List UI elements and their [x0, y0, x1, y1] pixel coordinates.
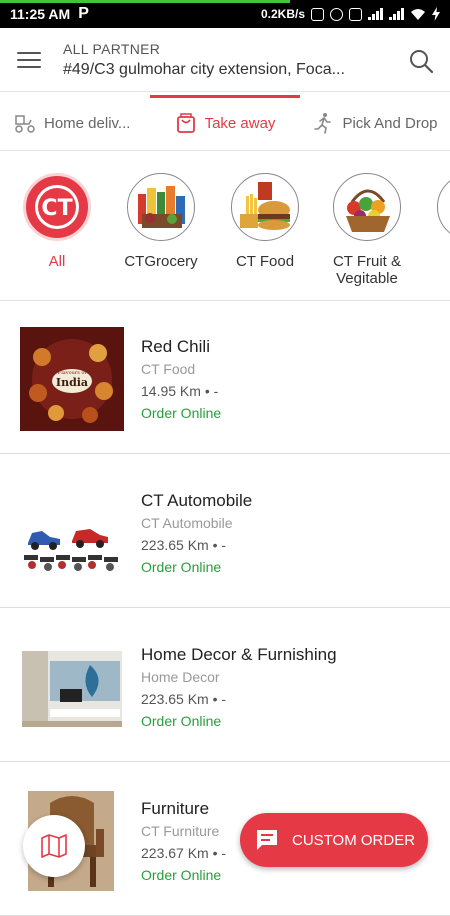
hamburger-icon[interactable] — [17, 52, 41, 68]
store-thumbnail — [20, 635, 124, 739]
status-time: 11:25 AM — [10, 6, 71, 22]
category-ct-food[interactable]: CT Food — [220, 173, 310, 270]
fruit-basket-image-icon — [333, 173, 401, 241]
store-category: CT Furniture — [141, 823, 220, 839]
delivery-address[interactable]: #49/C3 gulmohar city extension, Foca... — [63, 61, 393, 79]
tab-pick-and-drop-label: Pick And Drop — [342, 114, 438, 132]
loading-progress — [0, 0, 290, 3]
store-category: Home Decor — [141, 669, 220, 685]
grocery-image-icon — [127, 173, 195, 241]
custom-order-label: CUSTOM ORDER — [292, 831, 416, 849]
tab-take-away-label: Take away — [204, 114, 276, 132]
store-thumbnail — [20, 481, 124, 585]
category-all[interactable]: CT All — [12, 173, 102, 270]
order-online-link[interactable]: Order Online — [141, 559, 221, 575]
partner-label: ALL PARTNER — [63, 41, 161, 57]
chat-message-icon — [257, 830, 277, 850]
category-partial[interactable]: C — [426, 173, 450, 270]
battery-charging-icon — [432, 7, 440, 21]
tab-pick-and-drop[interactable]: Pick And Drop — [300, 95, 450, 151]
takeaway-bag-icon — [176, 113, 195, 133]
category-label: CT Fruit & Vegitable — [332, 253, 402, 287]
partial-category-image-icon — [437, 173, 450, 241]
store-distance: 223.67 Km • - — [141, 845, 227, 861]
store-card-ct-automobile[interactable]: CT Automobile CT Automobile 223.65 Km • … — [0, 455, 450, 608]
category-ct-fruit-vegitable[interactable]: CT Fruit & Vegitable — [322, 173, 412, 287]
tab-home-delivery[interactable]: Home deliv... — [0, 95, 150, 151]
store-distance: 223.65 Km • - — [141, 691, 227, 707]
store-name: CT Automobile — [141, 491, 253, 510]
signal-1-icon — [368, 8, 383, 20]
service-tabs: Home deliv... Take away Pick And Drop — [0, 95, 450, 151]
thumb-text-india: India — [56, 376, 88, 389]
volte-icon — [349, 7, 362, 21]
store-name: Furniture — [141, 799, 210, 818]
tab-take-away[interactable]: Take away — [150, 95, 300, 151]
order-online-link[interactable]: Order Online — [141, 405, 221, 421]
vibrate-icon — [311, 7, 324, 21]
category-label: C — [426, 253, 450, 270]
burger-fries-image-icon — [231, 173, 299, 241]
custom-order-button[interactable]: CUSTOM ORDER — [240, 813, 428, 867]
store-card-home-decor[interactable]: Home Decor & Furnishing Home Decor 223.6… — [0, 609, 450, 762]
wifi-icon — [411, 8, 425, 20]
svg-text:CT: CT — [41, 196, 72, 221]
category-label: CT Food — [235, 253, 295, 270]
ct-logo-icon: CT — [23, 173, 91, 241]
store-category: CT Automobile — [141, 515, 233, 531]
search-icon[interactable] — [408, 48, 434, 74]
signal-2-icon — [389, 8, 404, 20]
category-label: CTGrocery — [124, 253, 198, 270]
map-view-button[interactable] — [23, 815, 85, 877]
store-distance: 223.65 Km • - — [141, 537, 227, 553]
category-label: All — [48, 253, 66, 270]
delivery-scooter-icon — [15, 115, 35, 133]
store-card-red-chili[interactable]: Flavours of India Red Chili CT Food 14.9… — [0, 301, 450, 454]
store-name: Red Chili — [141, 337, 210, 356]
order-online-link[interactable]: Order Online — [141, 867, 221, 883]
order-online-link[interactable]: Order Online — [141, 713, 221, 729]
app-header: ALL PARTNER #49/C3 gulmohar city extensi… — [0, 28, 450, 92]
store-name: Home Decor & Furnishing — [141, 645, 337, 664]
category-strip: CT All CTGrocery CT Food CT Fruit & Vegi… — [0, 151, 450, 301]
store-distance: 14.95 Km • - — [141, 383, 219, 399]
map-icon — [41, 834, 67, 858]
app-notification-icon: P — [78, 5, 89, 22]
net-speed: 0.2KB/s — [260, 7, 305, 21]
tab-home-delivery-label: Home deliv... — [44, 114, 131, 132]
store-thumbnail: Flavours of India — [20, 327, 124, 431]
status-bar: 11:25 AM P 0.2KB/s — [0, 0, 450, 28]
store-category: CT Food — [141, 361, 196, 377]
alarm-icon — [330, 7, 343, 21]
running-man-icon — [314, 113, 332, 134]
category-ctgrocery[interactable]: CTGrocery — [116, 173, 206, 270]
